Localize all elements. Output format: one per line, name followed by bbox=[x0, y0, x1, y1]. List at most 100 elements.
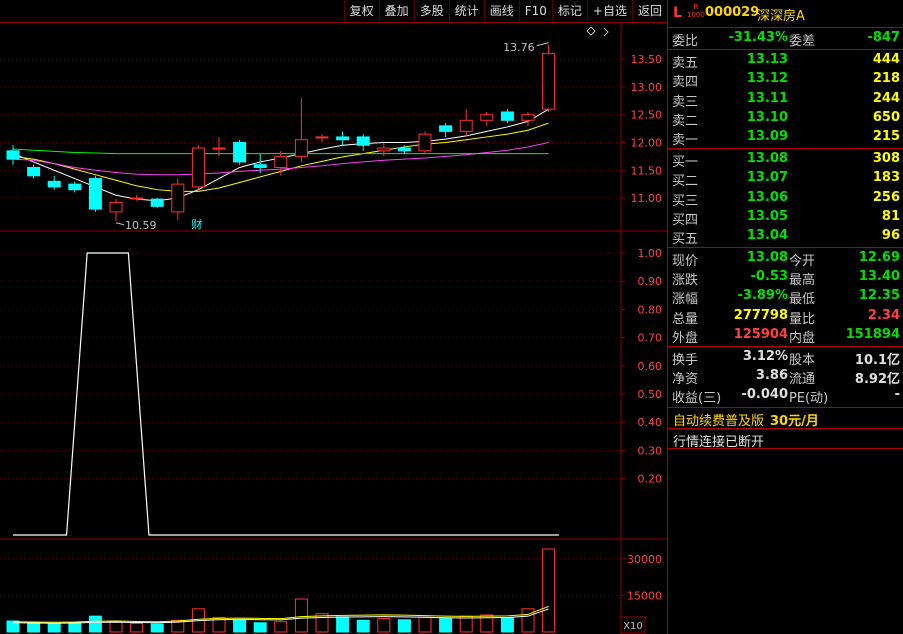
candle-up bbox=[191, 147, 205, 188]
event-marker: 财 bbox=[191, 217, 202, 231]
candle-up bbox=[294, 139, 308, 157]
toolbar-button[interactable]: 标记 bbox=[551, 0, 587, 22]
low-marker-line bbox=[115, 222, 125, 226]
toolbar-button[interactable]: 统计 bbox=[448, 0, 484, 22]
bid-level-label: 买四 bbox=[672, 212, 699, 228]
ask-price: 13.12 bbox=[746, 71, 788, 87]
weibi-value: -31.43% bbox=[728, 30, 788, 45]
bid-row: 买一 13.08 308 bbox=[668, 150, 903, 171]
toolbar: 复权 叠加 多股 统计 画线 F10 标记 +自选 返回 bbox=[0, 0, 667, 23]
axis-tick-label: 11.00 bbox=[631, 192, 663, 205]
toolbar-button[interactable]: +自选 bbox=[586, 0, 632, 22]
fundamental-value: -0.040 bbox=[741, 387, 788, 403]
quote-label: 涨幅 bbox=[672, 292, 699, 308]
axis-tick-label: 0.70 bbox=[638, 332, 663, 345]
quote-row: 外盘 125904 内盘 151894 bbox=[668, 326, 903, 346]
axis-tick-label: 12.50 bbox=[631, 109, 663, 122]
connection-status: 行情连接已断开 bbox=[668, 429, 903, 450]
volume-bar bbox=[88, 615, 102, 633]
weicha-value: -847 bbox=[867, 30, 900, 45]
promo-price: 30元/月 bbox=[770, 413, 819, 429]
candle-down bbox=[500, 111, 514, 121]
quote-row: 现价 13.08 今开 12.69 bbox=[668, 249, 903, 269]
market-sub-label: R 1000 bbox=[687, 3, 705, 19]
stock-code: 000029 bbox=[705, 5, 760, 20]
toolbar-button[interactable]: 叠加 bbox=[378, 0, 414, 22]
fundamental-label: 净资 bbox=[672, 372, 699, 388]
volume-bar bbox=[542, 548, 556, 633]
quote-row: 涨跌 -0.53 最高 13.40 bbox=[668, 268, 903, 288]
axis-tick-label: 11.50 bbox=[631, 164, 663, 177]
toolbar-button[interactable]: 多股 bbox=[413, 0, 449, 22]
volume-bar bbox=[397, 619, 411, 633]
candle-up bbox=[459, 119, 473, 132]
bid-price: 13.05 bbox=[746, 208, 788, 224]
candle-up bbox=[521, 114, 535, 121]
weicha-label: 委差 bbox=[789, 34, 816, 49]
toolbar-button[interactable]: 画线 bbox=[483, 0, 519, 22]
bid-row: 买三 13.06 256 bbox=[668, 189, 903, 209]
toolbar-button[interactable]: 返回 bbox=[631, 0, 667, 22]
candle-up bbox=[171, 183, 185, 213]
candle-down bbox=[88, 178, 102, 210]
quote-label: 总量 bbox=[672, 311, 699, 327]
candle-down bbox=[253, 164, 267, 168]
fundamental-label: 换手 bbox=[672, 353, 699, 368]
volume-bar bbox=[27, 622, 41, 633]
axis-tick-label: 30000 bbox=[627, 553, 662, 566]
ask-row: 卖一 13.09 215 bbox=[668, 128, 903, 148]
bid-row: 买四 13.05 81 bbox=[668, 208, 903, 228]
quote-value: 277798 bbox=[733, 307, 788, 323]
quote-value: -3.89% bbox=[737, 288, 789, 304]
candle-down bbox=[397, 147, 411, 152]
quote-value: 125904 bbox=[733, 326, 788, 342]
bid-price: 13.07 bbox=[746, 170, 788, 186]
quote-label-2: 量比 bbox=[789, 311, 816, 327]
bid-level-label: 买五 bbox=[672, 231, 699, 247]
toolbar-button[interactable]: F10 bbox=[518, 0, 552, 22]
volume-bar bbox=[356, 619, 370, 633]
bid-row: 买五 13.04 96 bbox=[668, 227, 903, 247]
candle-up bbox=[480, 114, 494, 121]
ask-price: 13.09 bbox=[746, 128, 788, 144]
axis-tick-label: 1.00 bbox=[638, 247, 663, 260]
ask-level-label: 卖一 bbox=[672, 132, 699, 148]
axis-tick-label: 0.60 bbox=[638, 360, 663, 373]
candle-up bbox=[418, 133, 432, 152]
candle-down bbox=[356, 136, 370, 146]
quote-value-2: 151894 bbox=[845, 326, 900, 342]
axis-tick-label: 0.20 bbox=[638, 473, 663, 486]
volume-bar bbox=[459, 615, 473, 633]
fundamental-value-2: - bbox=[894, 387, 900, 403]
toolbar-button[interactable]: 复权 bbox=[343, 0, 379, 22]
quote-value-2: 12.35 bbox=[858, 288, 900, 304]
axis-tick-label: 0.80 bbox=[638, 303, 663, 316]
ask-price: 13.13 bbox=[746, 52, 788, 68]
fundamental-value: 3.86 bbox=[755, 368, 788, 384]
fundamental-value-2: 8.92亿 bbox=[854, 372, 900, 388]
volume-bar bbox=[47, 622, 61, 633]
candle-up bbox=[109, 201, 123, 213]
bid-price: 13.04 bbox=[746, 227, 788, 243]
subscription-promo[interactable]: 自动续费普及版 30元/月 bbox=[668, 408, 903, 429]
quote-value-2: 12.69 bbox=[858, 250, 900, 266]
high-price-label: 13.76 bbox=[503, 41, 535, 54]
volume-bar bbox=[377, 618, 391, 633]
diamond-icon bbox=[586, 26, 596, 36]
bid-level-label: 买三 bbox=[672, 193, 699, 209]
indicator-line bbox=[13, 252, 559, 536]
volume-bar bbox=[68, 621, 82, 633]
ask-row: 卖五 13.13 444 bbox=[668, 51, 903, 71]
quote-section: 现价 13.08 今开 12.69 涨跌 -0.53 最高 13.40 涨幅 -3.89% 最低 12… bbox=[668, 248, 903, 347]
ask-row: 卖三 13.11 244 bbox=[668, 90, 903, 110]
ask-row: 卖二 13.10 650 bbox=[668, 109, 903, 129]
candle-up bbox=[315, 136, 329, 139]
bid-level-label: 买一 bbox=[672, 155, 699, 171]
fundamentals-section: 换手 3.12% 股本 10.1亿 净资 3.86 流通 8.92亿 收益(三) -0.040 PE… bbox=[668, 347, 903, 408]
axis-tick-label: 0.40 bbox=[638, 416, 663, 429]
ask-volume: 244 bbox=[872, 90, 900, 106]
candle-down bbox=[336, 136, 350, 141]
candle-up bbox=[542, 53, 556, 110]
bid-volume: 96 bbox=[881, 227, 900, 243]
quote-value-2: 13.40 bbox=[858, 269, 900, 285]
